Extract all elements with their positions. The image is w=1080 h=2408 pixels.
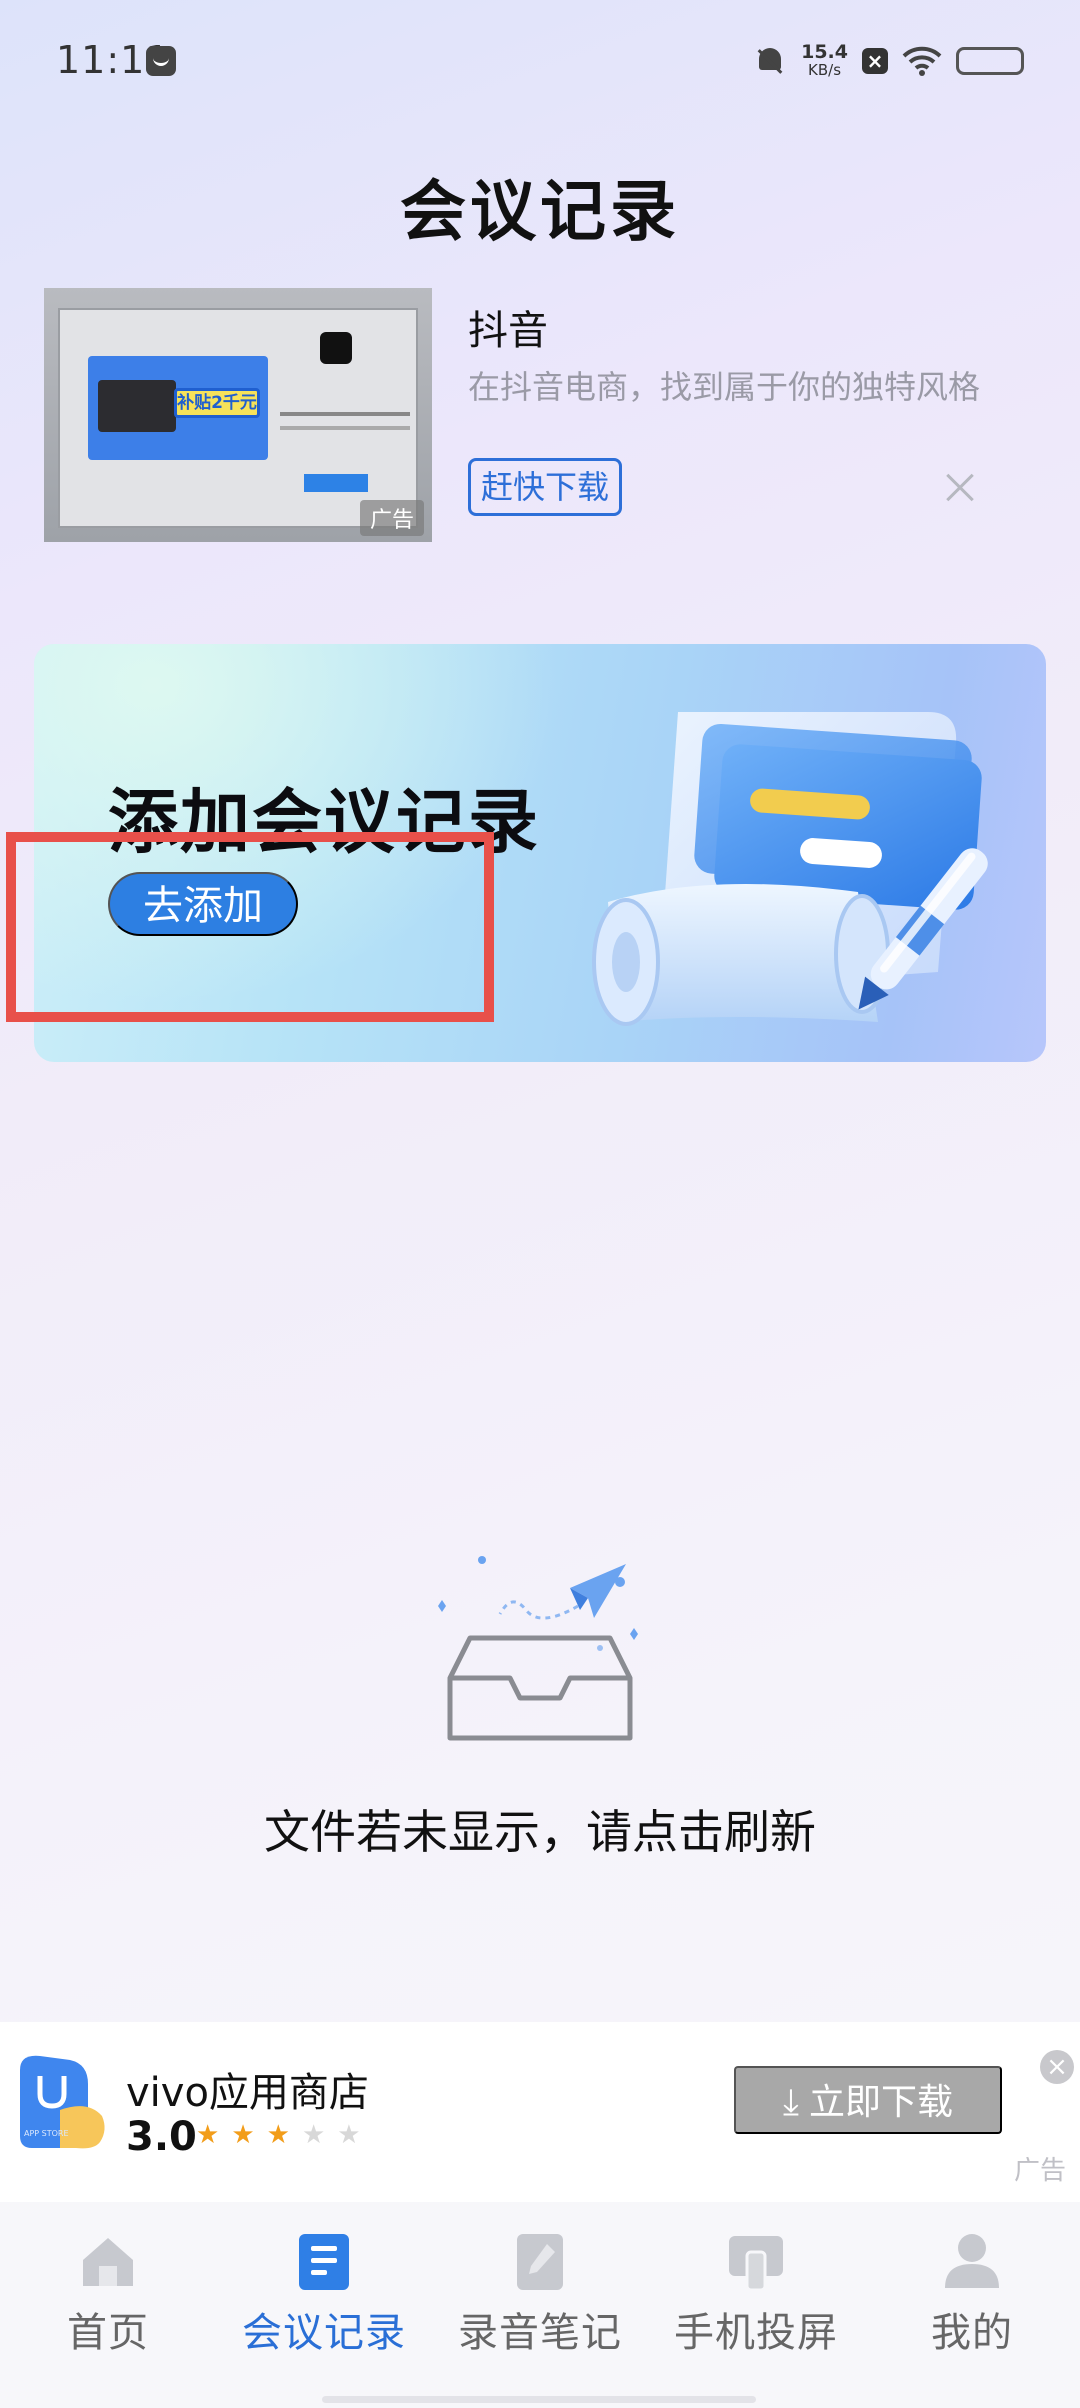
ad-store-rating: 3.0 <box>126 2114 197 2160</box>
mail-icon <box>146 46 176 76</box>
ad-thumbnail-text-lines <box>280 412 410 416</box>
wifi-icon <box>902 46 942 76</box>
ad-app-name: 抖音 <box>468 308 548 354</box>
bottom-navigation: 首页 会议记录 录音笔记 手机投屏 我的 <box>0 2202 1080 2408</box>
ad-close-icon[interactable] <box>930 458 990 518</box>
nav-label-voice-notes: 录音笔记 <box>458 2310 622 2356</box>
store-icon-label: APP STORE <box>24 2129 69 2138</box>
ad-bottom-close-icon[interactable]: × <box>1040 2050 1074 2084</box>
star-icon: ★ <box>266 2120 290 2150</box>
home-icon <box>83 2238 133 2286</box>
ad-thumbnail[interactable]: 补贴2千元 广告 <box>44 288 432 542</box>
refresh-hint-text[interactable]: 文件若未显示，请点击刷新 <box>0 1796 1080 1862</box>
document-icon <box>299 2234 349 2290</box>
ad-thumbnail-button <box>304 474 368 492</box>
profile-icon <box>945 2234 999 2288</box>
ad-description: 在抖音电商，找到属于你的独特风格 <box>468 368 981 406</box>
star-empty-icon: ★ <box>337 2120 361 2150</box>
rating-stars: ★ ★ ★ ★ ★ <box>196 2120 361 2150</box>
nav-item-voice-notes[interactable]: 录音笔记 <box>432 2230 648 2358</box>
star-icon: ★ <box>231 2120 255 2150</box>
nav-label-screen-cast: 手机投屏 <box>674 2310 838 2356</box>
highlight-box <box>6 832 494 1022</box>
nav-label-home: 首页 <box>67 2310 149 2356</box>
nav-item-home[interactable]: 首页 <box>0 2230 216 2358</box>
nav-item-profile[interactable]: 我的 <box>864 2230 1080 2358</box>
page-title: 会议记录 <box>400 173 680 250</box>
star-icon: ★ <box>196 2120 220 2150</box>
ad-thumbnail-badge: 补贴2千元 <box>174 388 260 418</box>
vivo-app-store-icon: APP STORE <box>20 2055 105 2149</box>
star-empty-icon: ★ <box>301 2120 326 2150</box>
download-icon: ⤓ <box>783 2081 799 2122</box>
network-speed: 15.4 KB/s <box>801 41 848 80</box>
status-bar: 11:11 15.4 KB/s × <box>0 0 1080 120</box>
ad-bottom[interactable]: APP STORE vivo应用商店 3.0 ★ ★ ★ ★ ★ ⤓ 立即下载 … <box>0 2022 1080 2202</box>
document-pen-illustration <box>592 712 988 1026</box>
ad-install-button[interactable]: ⤓ 立即下载 <box>734 2066 1002 2134</box>
network-speed-unit: KB/s <box>808 61 842 79</box>
nav-label-profile: 我的 <box>931 2310 1013 2356</box>
ad-bottom-tag: 广告 <box>1013 2156 1066 2186</box>
cast-icon <box>729 2236 783 2292</box>
ad-store-name: vivo应用商店 <box>126 2070 369 2116</box>
gesture-home-bar[interactable] <box>322 2396 756 2403</box>
ad-top[interactable]: 补贴2千元 广告 抖音 在抖音电商，找到属于你的独特风格 赶快下载 <box>44 288 1040 542</box>
status-icons: 15.4 KB/s × <box>753 36 1024 86</box>
battery-icon <box>956 47 1024 75</box>
douyin-logo-icon <box>320 332 352 364</box>
nav-item-meeting-records[interactable]: 会议记录 <box>216 2230 432 2358</box>
range-hood-image <box>98 380 176 432</box>
nav-label-meeting-records: 会议记录 <box>242 2310 406 2356</box>
network-speed-value: 15.4 <box>801 41 848 63</box>
empty-inbox-icon <box>438 1556 638 1741</box>
note-icon <box>517 2234 563 2290</box>
ad-tag: 广告 <box>359 500 424 536</box>
ad-download-button[interactable]: 赶快下载 <box>468 458 623 516</box>
ad-install-label: 立即下载 <box>808 2081 953 2122</box>
box-x-icon: × <box>862 48 888 74</box>
nav-item-screen-cast[interactable]: 手机投屏 <box>648 2230 864 2358</box>
bell-muted-icon <box>753 44 787 78</box>
